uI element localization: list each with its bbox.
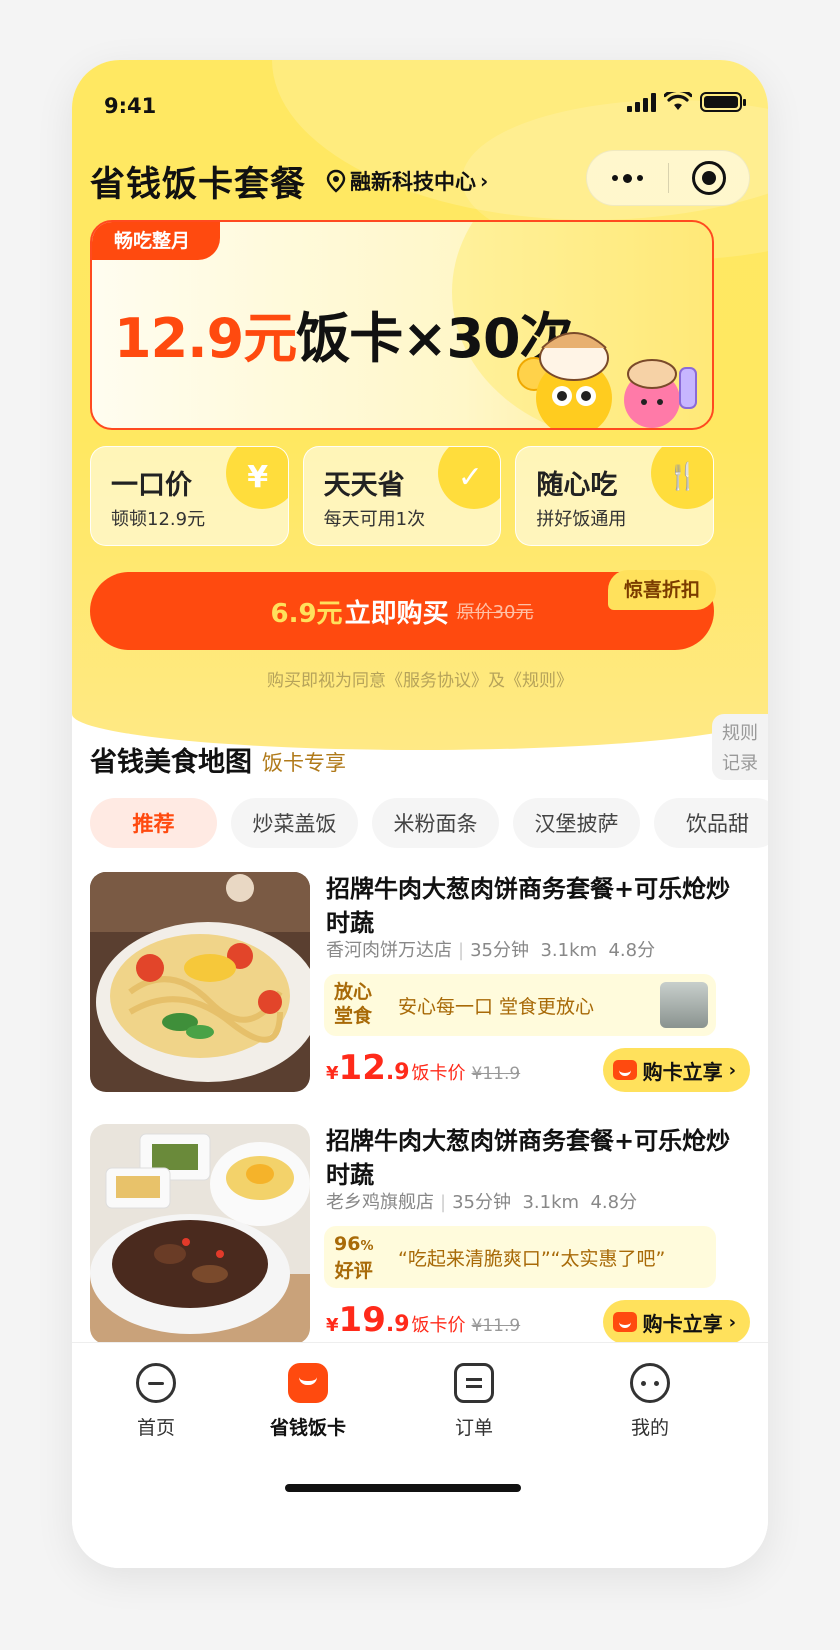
distance: 3.1km — [540, 940, 598, 961]
delivery-time: 35分钟 — [470, 940, 529, 961]
highlight-box: 96% 好评 “吃起来清脆爽口”“太实惠了吧” — [324, 1226, 716, 1288]
mini-program-capsule — [586, 150, 750, 206]
location-selector[interactable]: 融新科技中心 › — [326, 166, 488, 196]
highlight-box: 放心 堂食 安心每一口 堂食更放心 — [324, 974, 716, 1036]
delivery-time: 35分钟 — [452, 1192, 511, 1213]
highlight-text: “吃起来清脆爽口”“太实惠了吧” — [398, 1248, 666, 1270]
promo-banner[interactable]: 畅吃整月 12.9元饭卡×30次 — [90, 220, 714, 430]
original-price: ¥11.9 — [471, 1316, 521, 1336]
product-card[interactable]: 招牌牛肉大葱肉饼商务套餐+可乐炝炒时蔬 香河肉饼万达店 | 35分钟 3.1km 4… — [90, 872, 750, 1094]
rules-link[interactable]: 规则 — [722, 719, 758, 745]
meal-card-icon — [288, 1363, 328, 1403]
feature-card-fixed-price: ¥ 一口价 顿顿12.9元 — [90, 446, 289, 546]
hero-section: 9:41 省钱饭卡套餐 融新科技中心 › 畅吃整月 12.9元饭卡×30次 ¥ … — [72, 60, 768, 750]
rating: 4.8分 — [590, 1192, 638, 1213]
status-bar: 9:41 — [72, 60, 768, 140]
store-thumbnail — [660, 982, 708, 1028]
original-price: 原价30元 — [456, 602, 534, 623]
rating: 4.8分 — [608, 940, 656, 961]
product-card[interactable]: 招牌牛肉大葱肉饼商务套餐+可乐炝炒时蔬 老乡鸡旗舰店 | 35分钟 3.1km 4.… — [90, 1124, 750, 1346]
category-tab-burger[interactable]: 汉堡披萨 — [513, 798, 640, 848]
close-button[interactable] — [669, 151, 750, 205]
tab-orders[interactable]: 订单 — [414, 1363, 534, 1440]
fork-knife-icon: 🍴 — [651, 447, 714, 509]
shop-name: 老乡鸡旗舰店 — [326, 1192, 434, 1213]
highlight-tag: 96% 好评 — [334, 1233, 374, 1282]
feature-card-eat-freely: 🍴 随心吃 拼好饭通用 — [515, 446, 715, 546]
buy-label: 立即购买 — [344, 598, 449, 629]
section-header: 省钱美食地图 饭卡专享 — [90, 740, 346, 779]
product-name[interactable]: 招牌牛肉大葱肉饼商务套餐+可乐炝炒时蔬 — [326, 1124, 746, 1192]
product-meta: 香河肉饼万达店 | 35分钟 3.1km 4.8分 — [326, 940, 656, 961]
feature-title: 随心吃 — [536, 470, 618, 501]
product-image[interactable] — [90, 872, 310, 1092]
phone-frame: 9:41 省钱饭卡套餐 融新科技中心 › 畅吃整月 12.9元饭卡×30次 ¥ … — [72, 60, 768, 1568]
records-link[interactable]: 记录 — [722, 749, 758, 775]
home-face-icon — [136, 1363, 176, 1403]
feature-card-daily-save: ✓ 天天省 每天可用1次 — [302, 446, 502, 546]
more-button[interactable] — [587, 151, 668, 205]
meal-card-icon — [612, 1060, 637, 1080]
feature-subtitle: 每天可用1次 — [323, 509, 426, 530]
original-price: ¥11.9 — [471, 1064, 521, 1084]
tab-home[interactable]: 首页 — [96, 1363, 216, 1440]
chevron-right-icon: › — [728, 1059, 736, 1081]
rules-records-tab[interactable]: 规则 记录 — [712, 714, 768, 780]
home-indicator[interactable] — [285, 1484, 521, 1492]
category-tab-stir-fry[interactable]: 炒菜盖饭 — [231, 798, 358, 848]
chevron-right-icon: › — [728, 1311, 736, 1333]
banner-tag: 畅吃整月 — [92, 222, 221, 260]
bottom-tab-bar: 首页 省钱饭卡 订单 我的 — [72, 1342, 768, 1568]
profile-icon — [630, 1363, 670, 1403]
shop-name: 香河肉饼万达店 — [326, 940, 452, 961]
category-tab-drinks[interactable]: 饮品甜 — [654, 798, 768, 848]
highlight-text: 安心每一口 堂食更放心 — [398, 996, 595, 1018]
order-icon — [454, 1363, 494, 1403]
chevron-right-icon: › — [480, 169, 489, 193]
wifi-icon — [664, 92, 692, 110]
battery-icon — [700, 92, 746, 112]
mascot-illustration — [517, 332, 697, 428]
buy-now-button[interactable]: 6.9元 立即购买 原价30元 惊喜折扣 — [90, 570, 716, 650]
tab-label: 省钱饭卡 — [269, 1417, 346, 1439]
target-icon — [691, 161, 726, 195]
product-image[interactable] — [90, 1124, 310, 1344]
feature-title: 一口价 — [111, 470, 192, 501]
agreement-text[interactable]: 购买即视为同意《服务协议》及《规则》 — [72, 666, 768, 691]
buy-price: 6.9元 — [270, 598, 343, 629]
feature-subtitle: 拼好饭通用 — [536, 509, 627, 530]
product-price: ¥ 12 .9 饭卡价 ¥11.9 — [326, 1048, 521, 1088]
tab-label: 我的 — [630, 1417, 669, 1439]
tab-label: 首页 — [136, 1417, 175, 1439]
buy-card-button[interactable]: 购卡立享 › — [602, 1300, 750, 1344]
meal-card-icon — [612, 1312, 637, 1332]
category-tab-noodles[interactable]: 米粉面条 — [372, 798, 499, 848]
tab-label: 订单 — [454, 1417, 493, 1439]
signal-icon — [627, 92, 656, 112]
highlight-tag: 放心 堂食 — [334, 981, 373, 1027]
buy-card-button[interactable]: 购卡立享 › — [602, 1048, 750, 1092]
section-subtitle: 饭卡专享 — [262, 751, 346, 775]
location-pin-icon — [326, 169, 346, 193]
category-tabs: 推荐 炒菜盖饭 米粉面条 汉堡披萨 饮品甜 — [90, 798, 768, 848]
status-time: 9:41 — [104, 94, 157, 118]
feature-subtitle: 顿顿12.9元 — [111, 509, 206, 530]
tab-profile[interactable]: 我的 — [590, 1363, 710, 1440]
yen-icon: ¥ — [225, 447, 288, 509]
section-title: 省钱美食地图 — [90, 740, 252, 779]
feature-title: 天天省 — [323, 470, 405, 501]
distance: 3.1km — [522, 1192, 580, 1213]
product-price: ¥ 19 .9 饭卡价 ¥11.9 — [326, 1300, 521, 1340]
product-meta: 老乡鸡旗舰店 | 35分钟 3.1km 4.8分 — [326, 1192, 638, 1213]
product-name[interactable]: 招牌牛肉大葱肉饼商务套餐+可乐炝炒时蔬 — [326, 872, 746, 940]
banner-price: 12.9元 — [114, 307, 297, 370]
page-title: 省钱饭卡套餐 — [90, 165, 307, 205]
discount-badge: 惊喜折扣 — [607, 570, 716, 610]
calendar-check-icon: ✓ — [438, 447, 501, 509]
location-label: 融新科技中心 — [350, 170, 476, 194]
category-tab-recommended[interactable]: 推荐 — [90, 798, 217, 848]
tab-meal-card[interactable]: 省钱饭卡 — [248, 1363, 368, 1440]
